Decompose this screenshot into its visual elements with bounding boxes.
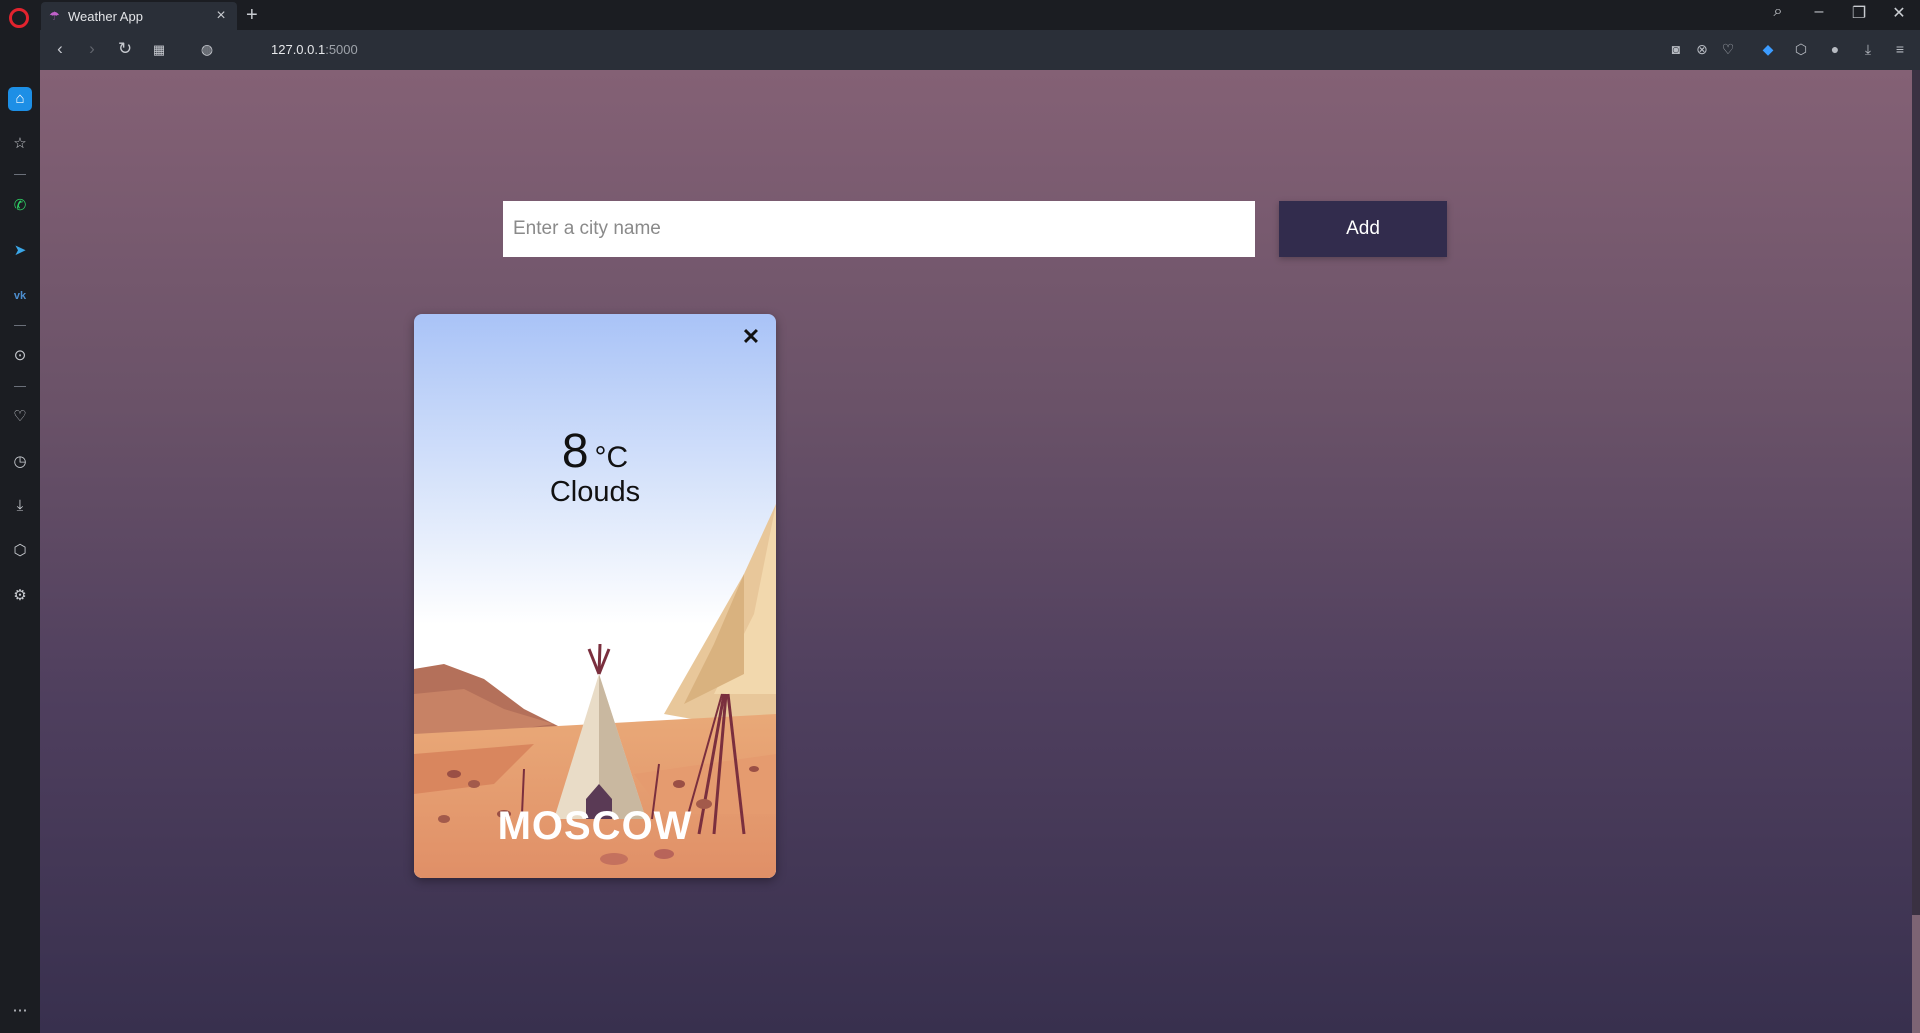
browser-sidebar: ⌂ ☆ ✆ ➤ vk ⊙ ♡ ◷ ⤓ ⬡ ⚙ ⋯ xyxy=(0,30,40,1033)
easy-setup-icon[interactable]: ≡ xyxy=(1890,41,1910,57)
whatsapp-icon[interactable]: ✆ xyxy=(8,194,32,218)
downloads-icon[interactable]: ⤓ xyxy=(8,494,32,518)
vk-icon[interactable]: vk xyxy=(8,284,32,308)
extensions-icon[interactable]: ⬡ xyxy=(8,539,32,563)
desert-teepee-illustration xyxy=(414,314,776,878)
weather-card: ✕ 8 °C Clouds MOSCOW xyxy=(414,314,776,878)
browser-tab[interactable]: ☂ Weather App × xyxy=(41,2,237,30)
url-field[interactable]: 127.0.0.1:5000 xyxy=(271,42,358,57)
reload-icon[interactable]: ↻ xyxy=(114,39,136,59)
window-close-icon[interactable]: ✕ xyxy=(1885,3,1913,23)
camera-icon[interactable]: ◙ xyxy=(1666,41,1686,57)
minimize-icon[interactable]: – xyxy=(1805,3,1833,21)
sidebar-divider xyxy=(14,325,26,326)
bookmarks-heart-icon[interactable]: ♡ xyxy=(8,405,32,429)
extensions-cube-icon[interactable]: ⬡ xyxy=(1791,41,1811,58)
city-search-input[interactable] xyxy=(503,201,1255,257)
temperature-unit: °C xyxy=(594,441,629,474)
home-icon[interactable]: ⌂ xyxy=(8,87,32,111)
heart-icon[interactable]: ♡ xyxy=(1718,41,1738,58)
speed-dial-star-icon[interactable]: ☆ xyxy=(8,132,32,156)
vpn-icon[interactable]: ◆ xyxy=(1758,41,1778,58)
player-icon[interactable]: ⊙ xyxy=(8,344,32,368)
umbrella-icon: ☂ xyxy=(49,9,60,23)
globe-icon: ◍ xyxy=(200,41,214,57)
temperature-value: 8 xyxy=(561,425,589,478)
history-clock-icon[interactable]: ◷ xyxy=(8,450,32,474)
add-city-button[interactable]: Add xyxy=(1279,201,1447,257)
url-port: :5000 xyxy=(325,42,358,57)
opera-logo[interactable] xyxy=(9,8,29,28)
new-tab-button[interactable]: + xyxy=(246,4,258,27)
scrollbar-thumb[interactable] xyxy=(1912,915,1920,1033)
temperature: 8 °C xyxy=(414,424,776,479)
address-bar: ‹ › ↻ ▦ ◍ 127.0.0.1:5000 ◙ ⊗ ♡ ◆ ⬡ ● ⤓ ≡ xyxy=(40,30,1920,71)
tab-title: Weather App xyxy=(68,8,143,24)
sidebar-divider xyxy=(14,174,26,175)
city-name: MOSCOW xyxy=(497,804,693,848)
restore-icon[interactable]: ❐ xyxy=(1845,3,1873,23)
browser-tab-bar: ☂ Weather App × + ⌕ – ❐ ✕ xyxy=(0,0,1920,30)
profile-avatar-icon[interactable]: ● xyxy=(1825,41,1845,57)
remove-card-button[interactable]: ✕ xyxy=(736,322,766,352)
forward-icon[interactable]: › xyxy=(81,39,103,59)
telegram-icon[interactable]: ➤ xyxy=(8,239,32,263)
close-tab-icon[interactable]: × xyxy=(213,7,229,25)
url-host: 127.0.0.1 xyxy=(271,42,326,57)
page-scrollbar[interactable] xyxy=(1912,70,1920,1033)
download-icon[interactable]: ⤓ xyxy=(1858,41,1878,58)
back-icon[interactable]: ‹ xyxy=(49,39,71,59)
adblock-icon[interactable]: ⊗ xyxy=(1692,41,1712,58)
weather-condition: Clouds xyxy=(549,476,641,508)
tabs-grid-icon[interactable]: ▦ xyxy=(148,42,170,58)
search-tabs-icon[interactable]: ⌕ xyxy=(1764,3,1792,21)
sidebar-divider xyxy=(14,386,26,387)
more-options-icon[interactable]: ⋯ xyxy=(8,999,32,1023)
settings-gear-icon[interactable]: ⚙ xyxy=(8,584,32,608)
